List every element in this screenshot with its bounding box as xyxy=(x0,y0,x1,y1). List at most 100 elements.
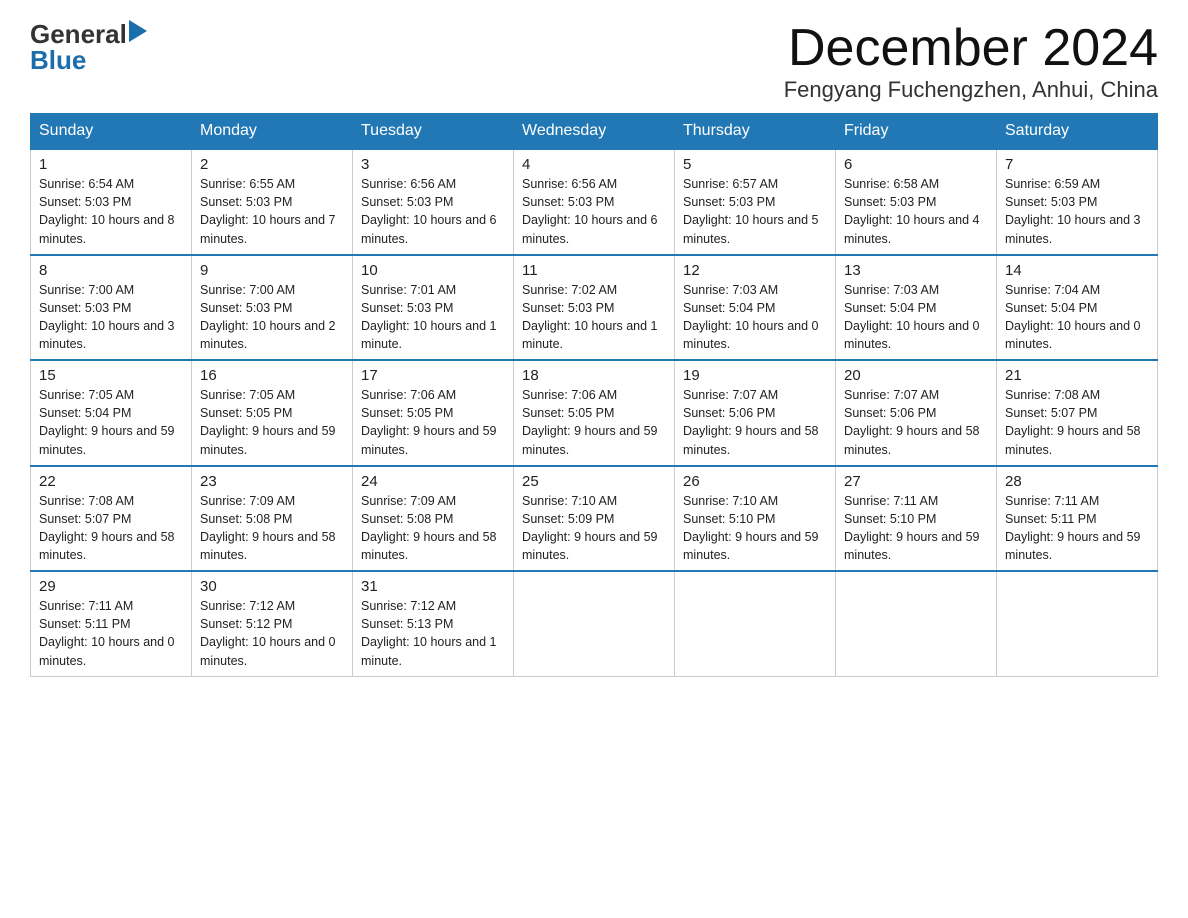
day-number: 4 xyxy=(522,156,666,173)
calendar-cell: 6 Sunrise: 6:58 AMSunset: 5:03 PMDayligh… xyxy=(836,149,997,255)
day-info: Sunrise: 7:05 AMSunset: 5:05 PMDaylight:… xyxy=(200,386,344,459)
month-title: December 2024 xyxy=(784,20,1158,77)
day-info: Sunrise: 7:06 AMSunset: 5:05 PMDaylight:… xyxy=(522,386,666,459)
page-header: General Blue December 2024 Fengyang Fuch… xyxy=(30,20,1158,103)
calendar-cell: 27 Sunrise: 7:11 AMSunset: 5:10 PMDaylig… xyxy=(836,466,997,572)
day-number: 2 xyxy=(200,156,344,173)
day-number: 28 xyxy=(1005,473,1149,490)
day-number: 13 xyxy=(844,262,988,279)
day-info: Sunrise: 7:00 AMSunset: 5:03 PMDaylight:… xyxy=(39,281,183,354)
day-header-thursday: Thursday xyxy=(675,114,836,150)
day-number: 11 xyxy=(522,262,666,279)
calendar-cell: 29 Sunrise: 7:11 AMSunset: 5:11 PMDaylig… xyxy=(31,571,192,676)
logo: General Blue xyxy=(30,20,147,73)
day-number: 31 xyxy=(361,578,505,595)
day-header-tuesday: Tuesday xyxy=(353,114,514,150)
calendar-cell: 2 Sunrise: 6:55 AMSunset: 5:03 PMDayligh… xyxy=(192,149,353,255)
day-number: 17 xyxy=(361,367,505,384)
calendar-cell: 11 Sunrise: 7:02 AMSunset: 5:03 PMDaylig… xyxy=(514,255,675,361)
calendar-cell: 14 Sunrise: 7:04 AMSunset: 5:04 PMDaylig… xyxy=(997,255,1158,361)
day-info: Sunrise: 7:09 AMSunset: 5:08 PMDaylight:… xyxy=(200,492,344,565)
calendar-cell: 1 Sunrise: 6:54 AMSunset: 5:03 PMDayligh… xyxy=(31,149,192,255)
day-number: 9 xyxy=(200,262,344,279)
day-number: 27 xyxy=(844,473,988,490)
day-info: Sunrise: 6:54 AMSunset: 5:03 PMDaylight:… xyxy=(39,175,183,248)
day-number: 15 xyxy=(39,367,183,384)
day-info: Sunrise: 7:04 AMSunset: 5:04 PMDaylight:… xyxy=(1005,281,1149,354)
calendar-cell: 3 Sunrise: 6:56 AMSunset: 5:03 PMDayligh… xyxy=(353,149,514,255)
calendar-cell: 19 Sunrise: 7:07 AMSunset: 5:06 PMDaylig… xyxy=(675,360,836,466)
day-header-saturday: Saturday xyxy=(997,114,1158,150)
day-number: 30 xyxy=(200,578,344,595)
calendar-cell: 20 Sunrise: 7:07 AMSunset: 5:06 PMDaylig… xyxy=(836,360,997,466)
calendar-table: SundayMondayTuesdayWednesdayThursdayFrid… xyxy=(30,113,1158,677)
calendar-cell: 7 Sunrise: 6:59 AMSunset: 5:03 PMDayligh… xyxy=(997,149,1158,255)
day-info: Sunrise: 7:03 AMSunset: 5:04 PMDaylight:… xyxy=(683,281,827,354)
calendar-cell xyxy=(836,571,997,676)
days-header-row: SundayMondayTuesdayWednesdayThursdayFrid… xyxy=(31,114,1158,150)
calendar-cell: 26 Sunrise: 7:10 AMSunset: 5:10 PMDaylig… xyxy=(675,466,836,572)
day-info: Sunrise: 6:56 AMSunset: 5:03 PMDaylight:… xyxy=(522,175,666,248)
day-number: 19 xyxy=(683,367,827,384)
day-header-friday: Friday xyxy=(836,114,997,150)
day-number: 14 xyxy=(1005,262,1149,279)
day-info: Sunrise: 7:08 AMSunset: 5:07 PMDaylight:… xyxy=(1005,386,1149,459)
day-number: 1 xyxy=(39,156,183,173)
day-info: Sunrise: 7:11 AMSunset: 5:11 PMDaylight:… xyxy=(1005,492,1149,565)
day-info: Sunrise: 7:00 AMSunset: 5:03 PMDaylight:… xyxy=(200,281,344,354)
day-info: Sunrise: 7:11 AMSunset: 5:10 PMDaylight:… xyxy=(844,492,988,565)
week-row-2: 8 Sunrise: 7:00 AMSunset: 5:03 PMDayligh… xyxy=(31,255,1158,361)
week-row-5: 29 Sunrise: 7:11 AMSunset: 5:11 PMDaylig… xyxy=(31,571,1158,676)
day-info: Sunrise: 6:55 AMSunset: 5:03 PMDaylight:… xyxy=(200,175,344,248)
day-number: 23 xyxy=(200,473,344,490)
calendar-cell: 9 Sunrise: 7:00 AMSunset: 5:03 PMDayligh… xyxy=(192,255,353,361)
day-number: 18 xyxy=(522,367,666,384)
day-info: Sunrise: 7:10 AMSunset: 5:09 PMDaylight:… xyxy=(522,492,666,565)
day-number: 24 xyxy=(361,473,505,490)
calendar-cell: 10 Sunrise: 7:01 AMSunset: 5:03 PMDaylig… xyxy=(353,255,514,361)
day-info: Sunrise: 6:56 AMSunset: 5:03 PMDaylight:… xyxy=(361,175,505,248)
day-info: Sunrise: 7:07 AMSunset: 5:06 PMDaylight:… xyxy=(844,386,988,459)
logo-blue-text: Blue xyxy=(30,47,86,73)
title-area: December 2024 Fengyang Fuchengzhen, Anhu… xyxy=(784,20,1158,103)
calendar-cell: 16 Sunrise: 7:05 AMSunset: 5:05 PMDaylig… xyxy=(192,360,353,466)
logo-general-text: General xyxy=(30,21,127,47)
day-info: Sunrise: 6:58 AMSunset: 5:03 PMDaylight:… xyxy=(844,175,988,248)
day-number: 16 xyxy=(200,367,344,384)
day-number: 26 xyxy=(683,473,827,490)
day-number: 3 xyxy=(361,156,505,173)
day-info: Sunrise: 7:02 AMSunset: 5:03 PMDaylight:… xyxy=(522,281,666,354)
day-number: 7 xyxy=(1005,156,1149,173)
day-number: 8 xyxy=(39,262,183,279)
day-info: Sunrise: 7:05 AMSunset: 5:04 PMDaylight:… xyxy=(39,386,183,459)
day-info: Sunrise: 7:12 AMSunset: 5:13 PMDaylight:… xyxy=(361,597,505,670)
week-row-4: 22 Sunrise: 7:08 AMSunset: 5:07 PMDaylig… xyxy=(31,466,1158,572)
day-info: Sunrise: 7:09 AMSunset: 5:08 PMDaylight:… xyxy=(361,492,505,565)
calendar-cell: 17 Sunrise: 7:06 AMSunset: 5:05 PMDaylig… xyxy=(353,360,514,466)
day-number: 5 xyxy=(683,156,827,173)
day-header-monday: Monday xyxy=(192,114,353,150)
day-number: 6 xyxy=(844,156,988,173)
calendar-cell: 15 Sunrise: 7:05 AMSunset: 5:04 PMDaylig… xyxy=(31,360,192,466)
day-info: Sunrise: 7:06 AMSunset: 5:05 PMDaylight:… xyxy=(361,386,505,459)
calendar-cell: 24 Sunrise: 7:09 AMSunset: 5:08 PMDaylig… xyxy=(353,466,514,572)
week-row-3: 15 Sunrise: 7:05 AMSunset: 5:04 PMDaylig… xyxy=(31,360,1158,466)
day-number: 10 xyxy=(361,262,505,279)
calendar-cell xyxy=(514,571,675,676)
calendar-cell: 28 Sunrise: 7:11 AMSunset: 5:11 PMDaylig… xyxy=(997,466,1158,572)
location-text: Fengyang Fuchengzhen, Anhui, China xyxy=(784,77,1158,103)
calendar-cell xyxy=(997,571,1158,676)
calendar-cell xyxy=(675,571,836,676)
day-number: 29 xyxy=(39,578,183,595)
logo-arrow-icon xyxy=(129,20,147,42)
day-number: 12 xyxy=(683,262,827,279)
day-info: Sunrise: 7:01 AMSunset: 5:03 PMDaylight:… xyxy=(361,281,505,354)
calendar-cell: 4 Sunrise: 6:56 AMSunset: 5:03 PMDayligh… xyxy=(514,149,675,255)
calendar-cell: 30 Sunrise: 7:12 AMSunset: 5:12 PMDaylig… xyxy=(192,571,353,676)
day-number: 20 xyxy=(844,367,988,384)
calendar-cell: 21 Sunrise: 7:08 AMSunset: 5:07 PMDaylig… xyxy=(997,360,1158,466)
day-info: Sunrise: 6:59 AMSunset: 5:03 PMDaylight:… xyxy=(1005,175,1149,248)
day-info: Sunrise: 7:11 AMSunset: 5:11 PMDaylight:… xyxy=(39,597,183,670)
calendar-cell: 25 Sunrise: 7:10 AMSunset: 5:09 PMDaylig… xyxy=(514,466,675,572)
calendar-cell: 23 Sunrise: 7:09 AMSunset: 5:08 PMDaylig… xyxy=(192,466,353,572)
